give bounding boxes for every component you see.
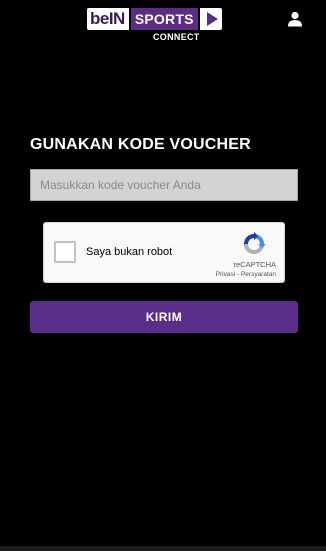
recaptcha-icon-svg: [244, 232, 266, 254]
recaptcha-links: Privasi - Persyaratan: [200, 271, 276, 278]
page: beIN SPORTS CONNECT GUNAKAN KODE VOUCHER…: [0, 0, 326, 551]
logo-bein-text: beIN: [87, 8, 129, 30]
recaptcha-widget: Saya bukan robot reCAPTCHA Privasi - Per…: [43, 222, 285, 283]
submit-button[interactable]: KIRIM: [30, 301, 298, 333]
header: beIN SPORTS CONNECT: [0, 0, 326, 46]
user-icon[interactable]: [287, 11, 303, 27]
page-title: GUNAKAN KODE VOUCHER: [30, 136, 251, 153]
recaptcha-checkbox[interactable]: [54, 241, 76, 263]
user-icon-svg: [288, 11, 302, 27]
play-icon: [199, 8, 222, 30]
logo-connect-text: CONNECT: [153, 32, 200, 42]
recaptcha-brand-text: reCAPTCHA: [233, 260, 276, 269]
recaptcha-terms-link[interactable]: Persyaratan: [241, 271, 276, 278]
logo-sports-text: SPORTS: [130, 8, 198, 30]
voucher-code-input[interactable]: [30, 169, 298, 201]
recaptcha-icon: [241, 231, 267, 257]
logo-wordmark: beIN SPORTS: [87, 8, 229, 30]
bein-sports-connect-logo[interactable]: beIN SPORTS CONNECT: [87, 8, 229, 44]
recaptcha-label: Saya bukan robot: [86, 246, 173, 258]
bottom-divider: [0, 546, 326, 551]
recaptcha-privacy-link[interactable]: Privasi: [216, 271, 236, 278]
logo-sports-block: SPORTS: [130, 8, 198, 30]
